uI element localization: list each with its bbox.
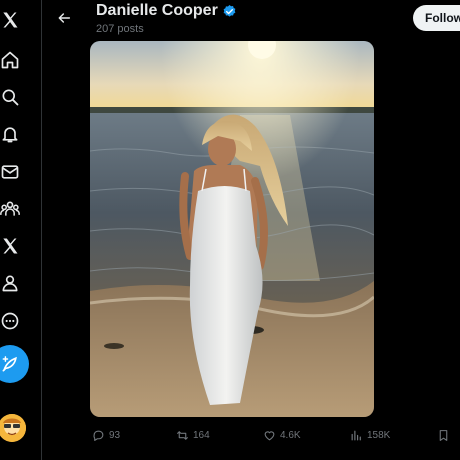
bookmark-icon — [439, 430, 448, 441]
views-count: 158K — [367, 430, 391, 441]
like-button[interactable]: 4.6K — [263, 429, 301, 442]
profile-icon[interactable] — [0, 273, 20, 293]
repost-icon — [177, 431, 188, 440]
back-arrow-icon — [58, 13, 71, 23]
post-photo[interactable] — [90, 41, 374, 417]
posts-count: 207 posts — [96, 23, 144, 35]
reply-count: 93 — [109, 430, 121, 441]
messages-icon[interactable] — [0, 162, 20, 182]
follow-button[interactable]: Follow — [413, 5, 460, 31]
reply-button[interactable]: 93 — [92, 429, 120, 442]
sidebar-nav — [0, 0, 42, 460]
like-count: 4.6K — [280, 430, 301, 441]
repost-count: 164 — [193, 430, 210, 441]
like-icon — [264, 431, 275, 441]
x-logo-icon[interactable] — [0, 10, 20, 30]
repost-button[interactable]: 164 — [176, 429, 210, 442]
reply-icon — [93, 430, 104, 441]
compose-button[interactable] — [0, 345, 29, 383]
communities-icon[interactable] — [0, 199, 20, 219]
views-icon — [351, 430, 361, 441]
bookmark-button[interactable] — [437, 429, 450, 442]
premium-x-icon[interactable] — [0, 236, 20, 256]
account-avatar[interactable] — [0, 414, 26, 442]
profile-name-row: Danielle Cooper — [96, 2, 237, 20]
post-actions-bar: 93 164 4.6K 158K — [42, 426, 460, 448]
more-icon[interactable] — [0, 311, 20, 331]
back-button[interactable] — [54, 8, 74, 28]
profile-name: Danielle Cooper — [96, 2, 218, 19]
verified-badge-icon — [223, 4, 236, 17]
notifications-icon[interactable] — [0, 124, 20, 144]
search-icon[interactable] — [0, 87, 20, 107]
home-icon[interactable] — [0, 50, 20, 70]
compose-icon — [2, 356, 17, 372]
views-button[interactable]: 158K — [350, 429, 390, 442]
profile-media-view: Danielle Cooper 207 posts Follow 93 164 … — [42, 0, 460, 460]
